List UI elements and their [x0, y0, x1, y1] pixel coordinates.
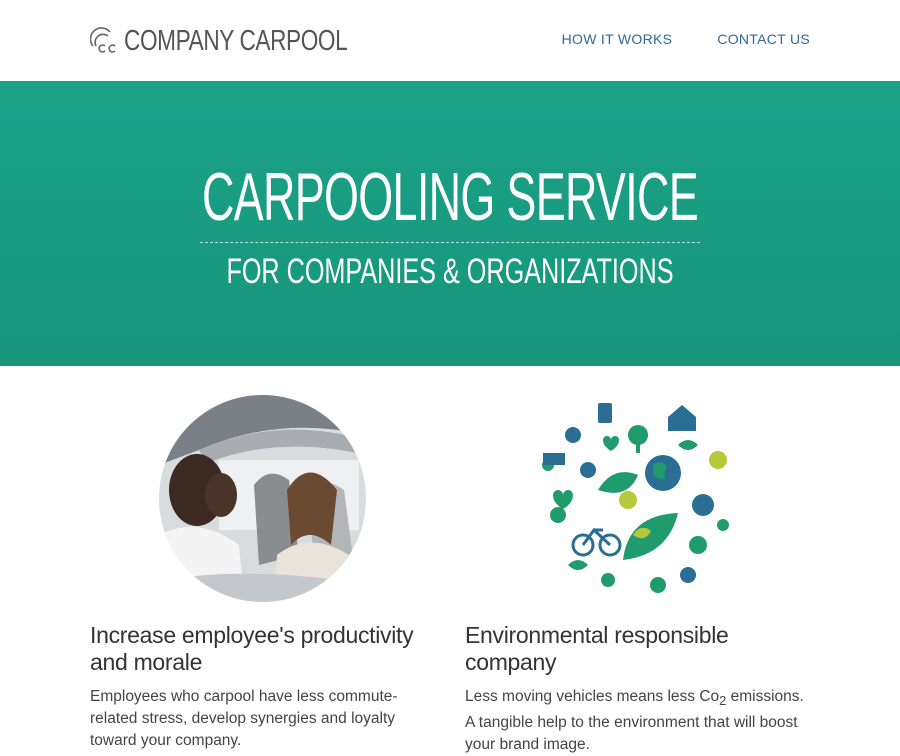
eco-icons-circle — [528, 395, 736, 603]
hero-title: CARPOOLING SERVICE — [201, 159, 699, 235]
feature-body: Less moving vehicles means less Co2 emis… — [465, 686, 815, 756]
hero-subtitle: FOR COMPANIES & ORGANIZATIONS — [226, 252, 674, 291]
nav-how-it-works[interactable]: HOW IT WORKS — [562, 31, 673, 47]
logo-text: COMPANY CARPOOL — [124, 24, 348, 57]
nav-contact-us[interactable]: CONTACT US — [717, 31, 810, 47]
hero-divider — [200, 242, 700, 243]
feature-heading: Environmental responsible company — [465, 622, 729, 675]
feature-heading: Increase employee's productivity and mor… — [90, 622, 414, 675]
site-header: COMPANY CARPOOL HOW IT WORKS CONTACT US — [0, 0, 900, 81]
people-in-car-photo — [159, 395, 366, 602]
logo-cc-icon — [90, 27, 116, 53]
feature-body: Employees who carpool have less commute-… — [90, 688, 398, 749]
main-nav: HOW IT WORKS CONTACT US — [562, 31, 810, 47]
logo-link[interactable]: COMPANY CARPOOL — [90, 24, 410, 58]
feature-productivity: Increase employee's productivity and mor… — [90, 622, 440, 752]
feature-body-pre: Less moving vehicles means less Co — [465, 688, 720, 705]
hero-banner: CARPOOLING SERVICE FOR COMPANIES & ORGAN… — [0, 81, 900, 366]
feature-environment: Environmental responsible company Less m… — [465, 622, 815, 756]
